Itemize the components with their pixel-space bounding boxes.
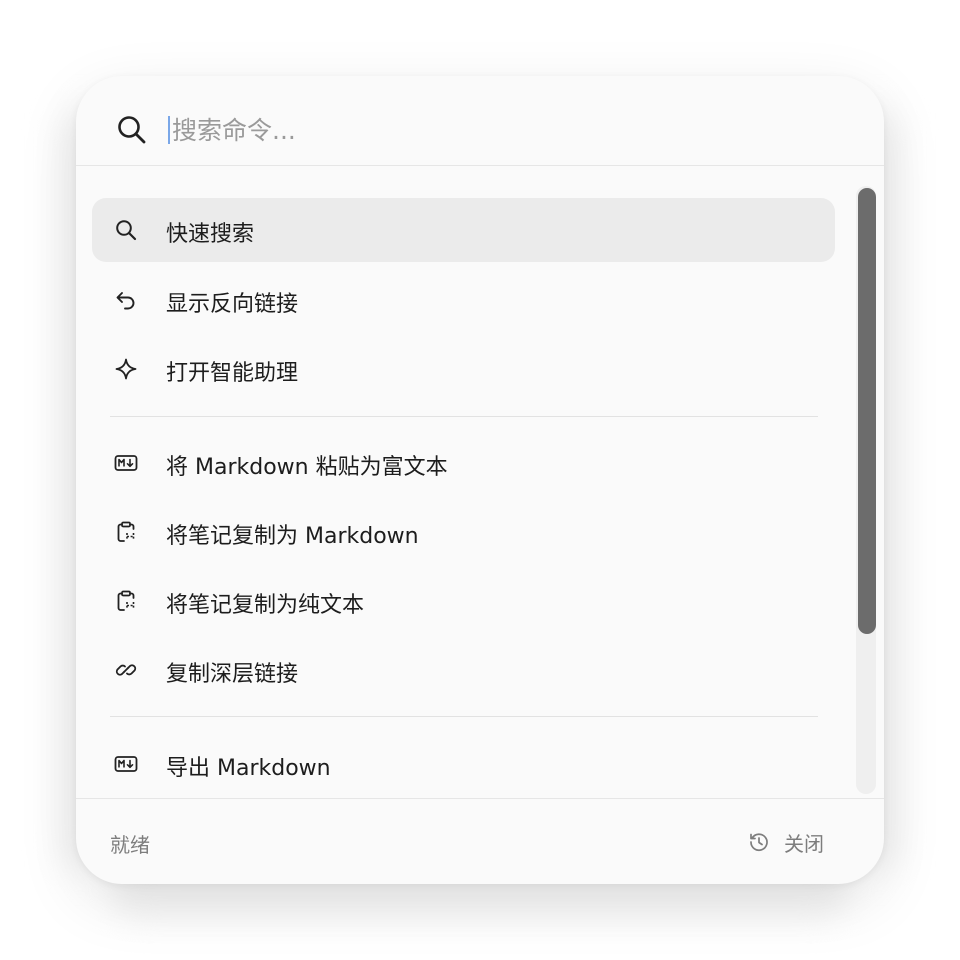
- clipboard-icon: [114, 520, 138, 544]
- search-input[interactable]: [172, 110, 772, 150]
- link-icon: [114, 658, 138, 682]
- command-item-quick-search[interactable]: 快速搜索: [92, 198, 835, 262]
- undo-arrow-icon: [114, 288, 138, 312]
- command-label: 打开智能助理: [166, 361, 299, 386]
- group-divider: [110, 716, 818, 717]
- command-item-paste-markdown[interactable]: 将 Markdown 粘贴为富文本: [92, 431, 835, 495]
- command-label: 将笔记复制为纯文本: [166, 593, 365, 618]
- close-button[interactable]: 关闭: [748, 827, 824, 857]
- markdown-icon: [114, 752, 138, 776]
- command-label: 快速搜索: [166, 222, 255, 247]
- scrollbar-thumb[interactable]: [858, 188, 876, 634]
- close-label: 关闭: [784, 831, 824, 856]
- command-item-copy-plaintext[interactable]: 将笔记复制为纯文本: [92, 569, 835, 633]
- command-label: 将 Markdown 粘贴为富文本: [166, 455, 448, 480]
- command-item-copy-markdown[interactable]: 将笔记复制为 Markdown: [92, 500, 835, 564]
- command-item-export-markdown[interactable]: 导出 Markdown: [92, 732, 835, 796]
- status-footer: 就绪 关闭: [76, 798, 884, 884]
- command-label: 复制深层链接: [166, 662, 299, 687]
- search-icon: [114, 218, 138, 242]
- command-label: 显示反向链接: [166, 292, 299, 317]
- status-text: 就绪: [110, 833, 150, 857]
- search-icon: [116, 114, 148, 146]
- clipboard-icon: [114, 589, 138, 613]
- group-divider: [110, 416, 818, 417]
- markdown-icon: [114, 451, 138, 475]
- command-item-assistant[interactable]: 打开智能助理: [92, 337, 835, 401]
- command-item-copy-deeplink[interactable]: 复制深层链接: [92, 638, 835, 702]
- sparkle-icon: [114, 357, 138, 381]
- command-item-backlinks[interactable]: 显示反向链接: [92, 268, 835, 332]
- text-caret: [168, 116, 170, 144]
- history-icon: [748, 831, 770, 853]
- command-label: 将笔记复制为 Markdown: [166, 524, 419, 549]
- search-bar: [76, 76, 884, 166]
- command-label: 导出 Markdown: [166, 756, 331, 781]
- command-palette: 快速搜索 显示反向链接 打开智能助理: [76, 76, 884, 884]
- command-list: 快速搜索 显示反向链接 打开智能助理 将 Markdown 粘贴为富文本 将笔记…: [76, 166, 884, 798]
